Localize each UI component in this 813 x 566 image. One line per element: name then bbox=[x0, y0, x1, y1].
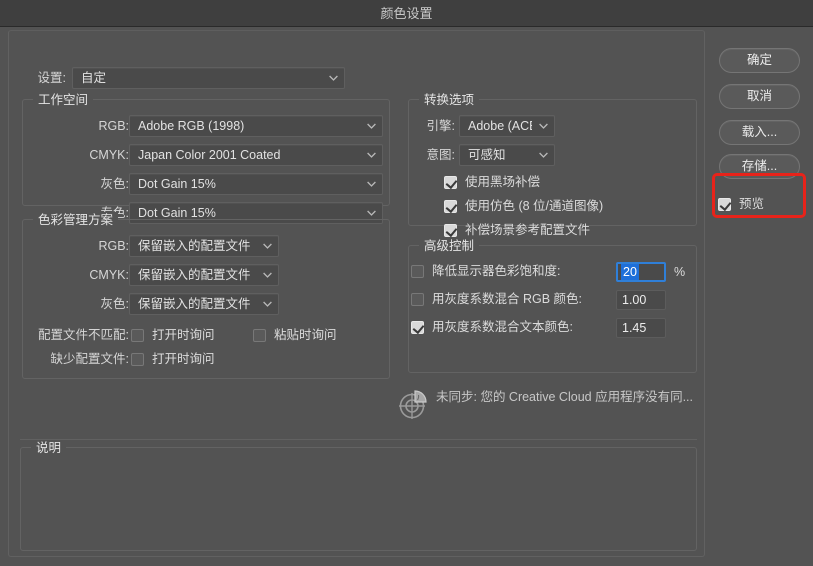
description-group-label: 说明 bbox=[31, 440, 67, 456]
preview-label: 预览 bbox=[739, 197, 765, 211]
desaturate-monitor-input[interactable]: 20 bbox=[616, 262, 666, 282]
checkbox-desaturate-monitor[interactable] bbox=[411, 265, 424, 278]
settings-dropdown[interactable]: 自定 bbox=[72, 67, 345, 89]
policies-group-label: 色彩管理方案 bbox=[33, 212, 119, 228]
checkbox-blend-rgb-gamma[interactable] bbox=[411, 293, 424, 306]
cancel-button-label: 取消 bbox=[746, 89, 772, 103]
use-dither-label: 使用仿色 (8 位/通道图像) bbox=[465, 199, 604, 213]
advanced-controls-group: 高级控制 降低显示器色彩饱和度: 20 % 用灰度系数混合 RGB 颜色: 1.… bbox=[408, 238, 697, 373]
advanced-controls-group-label: 高级控制 bbox=[419, 238, 480, 254]
working-space-cmyk-value: Japan Color 2001 Coated bbox=[138, 148, 281, 162]
policies-rgb-label: RGB: bbox=[98, 239, 129, 253]
conversion-engine-dropdown[interactable]: Adobe (ACE) bbox=[459, 115, 555, 137]
save-button-label: 存储... bbox=[741, 159, 778, 173]
conversion-options-group: 转换选项 引擎: Adobe (ACE) 意图: 可感知 使用黑场补偿 bbox=[408, 92, 697, 237]
load-button[interactable]: 载入... bbox=[719, 120, 800, 145]
blend-rgb-gamma-input[interactable]: 1.00 bbox=[616, 290, 666, 310]
working-space-gray-dropdown[interactable]: Dot Gain 15% bbox=[129, 173, 383, 195]
checkbox-profile-mismatch-ask-pasting[interactable] bbox=[253, 329, 266, 342]
profile-mismatch-label: 配置文件不匹配: bbox=[38, 328, 129, 342]
settings-row: 设置: 自定 bbox=[22, 66, 352, 90]
chevron-down-icon bbox=[539, 152, 548, 158]
black-point-compensation-label: 使用黑场补偿 bbox=[465, 175, 541, 189]
ok-button[interactable]: 确定 bbox=[719, 48, 800, 73]
chevron-down-icon bbox=[367, 152, 376, 158]
conversion-intent-value: 可感知 bbox=[468, 148, 506, 162]
settings-dropdown-value: 自定 bbox=[81, 71, 107, 85]
policies-cmyk-label: CMYK: bbox=[89, 268, 129, 282]
working-space-rgb-dropdown[interactable]: Adobe RGB (1998) bbox=[129, 115, 383, 137]
working-space-gray-value: Dot Gain 15% bbox=[138, 177, 216, 191]
blend-rgb-gamma-label: 用灰度系数混合 RGB 颜色: bbox=[432, 292, 583, 306]
color-management-policies-group: 色彩管理方案 RGB: 保留嵌入的配置文件 CMYK: 保留嵌入的配置文件 灰色… bbox=[22, 212, 390, 379]
checkbox-blend-text-gamma[interactable] bbox=[411, 321, 424, 334]
policies-rgb-value: 保留嵌入的配置文件 bbox=[138, 239, 251, 253]
dialog-titlebar: 颜色设置 bbox=[0, 0, 813, 27]
description-body bbox=[31, 460, 686, 542]
page-title: 颜色设置 bbox=[380, 6, 433, 21]
cancel-button[interactable]: 取消 bbox=[719, 84, 800, 109]
desaturate-monitor-unit: % bbox=[674, 265, 686, 279]
dialog-body: 设置: 自定 工作空间 RGB: Adobe RGB (1998) CMYK: bbox=[0, 28, 813, 566]
blend-rgb-gamma-value: 1.00 bbox=[622, 293, 647, 307]
load-button-label: 载入... bbox=[741, 125, 778, 139]
checkbox-profile-mismatch-ask-opening[interactable] bbox=[131, 329, 144, 342]
sync-status-row: 未同步: 您的 Creative Cloud 应用程序没有同... bbox=[398, 383, 708, 423]
checkbox-use-dither[interactable] bbox=[444, 200, 457, 213]
desaturate-monitor-label: 降低显示器色彩饱和度: bbox=[432, 264, 561, 278]
missing-profile-ask-opening-label: 打开时询问 bbox=[152, 352, 215, 366]
policies-gray-label: 灰色: bbox=[100, 297, 129, 311]
ok-button-label: 确定 bbox=[746, 53, 772, 67]
desaturate-monitor-value: 20 bbox=[621, 264, 639, 280]
policies-rgb-dropdown[interactable]: 保留嵌入的配置文件 bbox=[129, 235, 279, 257]
conversion-options-group-label: 转换选项 bbox=[419, 92, 480, 108]
chevron-down-icon bbox=[367, 181, 376, 187]
policies-cmyk-value: 保留嵌入的配置文件 bbox=[138, 268, 251, 282]
chevron-down-icon bbox=[539, 123, 548, 129]
policies-gray-dropdown[interactable]: 保留嵌入的配置文件 bbox=[129, 293, 279, 315]
conversion-engine-label: 引擎: bbox=[426, 119, 455, 133]
settings-label: 设置: bbox=[37, 71, 66, 85]
checkbox-preview[interactable] bbox=[718, 198, 731, 211]
working-space-group-label: 工作空间 bbox=[33, 92, 94, 108]
policies-cmyk-dropdown[interactable]: 保留嵌入的配置文件 bbox=[129, 264, 279, 286]
conversion-intent-dropdown[interactable]: 可感知 bbox=[459, 144, 555, 166]
color-settings-dialog: 颜色设置 设置: 自定 工作空间 RGB: Adobe RGB (1998) C… bbox=[0, 0, 813, 566]
chevron-down-icon bbox=[367, 210, 376, 216]
sync-status-text: 未同步: 您的 Creative Cloud 应用程序没有同... bbox=[436, 390, 693, 404]
missing-profile-label: 缺少配置文件: bbox=[50, 352, 129, 366]
profile-mismatch-ask-opening-label: 打开时询问 bbox=[152, 328, 215, 342]
blend-text-gamma-label: 用灰度系数混合文本颜色: bbox=[432, 320, 573, 334]
blend-text-gamma-value: 1.45 bbox=[622, 321, 647, 335]
compensate-scene-referred-label: 补偿场景参考配置文件 bbox=[465, 223, 591, 237]
working-space-group: 工作空间 RGB: Adobe RGB (1998) CMYK: Japan C… bbox=[22, 92, 390, 224]
working-space-rgb-label: RGB: bbox=[98, 119, 129, 133]
description-group: 说明 bbox=[20, 440, 697, 551]
conversion-intent-label: 意图: bbox=[426, 148, 455, 162]
policies-gray-value: 保留嵌入的配置文件 bbox=[138, 297, 251, 311]
chevron-down-icon bbox=[329, 75, 338, 81]
checkbox-missing-profile-ask-opening[interactable] bbox=[131, 353, 144, 366]
divider bbox=[20, 439, 697, 440]
working-space-rgb-value: Adobe RGB (1998) bbox=[138, 119, 245, 133]
working-space-gray-label: 灰色: bbox=[100, 177, 129, 191]
profile-mismatch-ask-pasting-label: 粘贴时询问 bbox=[274, 328, 337, 342]
chevron-down-icon bbox=[263, 272, 272, 278]
blend-text-gamma-input[interactable]: 1.45 bbox=[616, 318, 666, 338]
working-space-cmyk-dropdown[interactable]: Japan Color 2001 Coated bbox=[129, 144, 383, 166]
chevron-down-icon bbox=[367, 123, 376, 129]
checkbox-black-point-compensation[interactable] bbox=[444, 176, 457, 189]
color-wheel-sync-icon bbox=[398, 388, 430, 420]
checkbox-compensate-scene-referred[interactable] bbox=[444, 224, 457, 237]
conversion-engine-value: Adobe (ACE) bbox=[468, 119, 532, 133]
chevron-down-icon bbox=[263, 243, 272, 249]
chevron-down-icon bbox=[263, 301, 272, 307]
working-space-cmyk-label: CMYK: bbox=[89, 148, 129, 162]
save-button[interactable]: 存储... bbox=[719, 154, 800, 179]
